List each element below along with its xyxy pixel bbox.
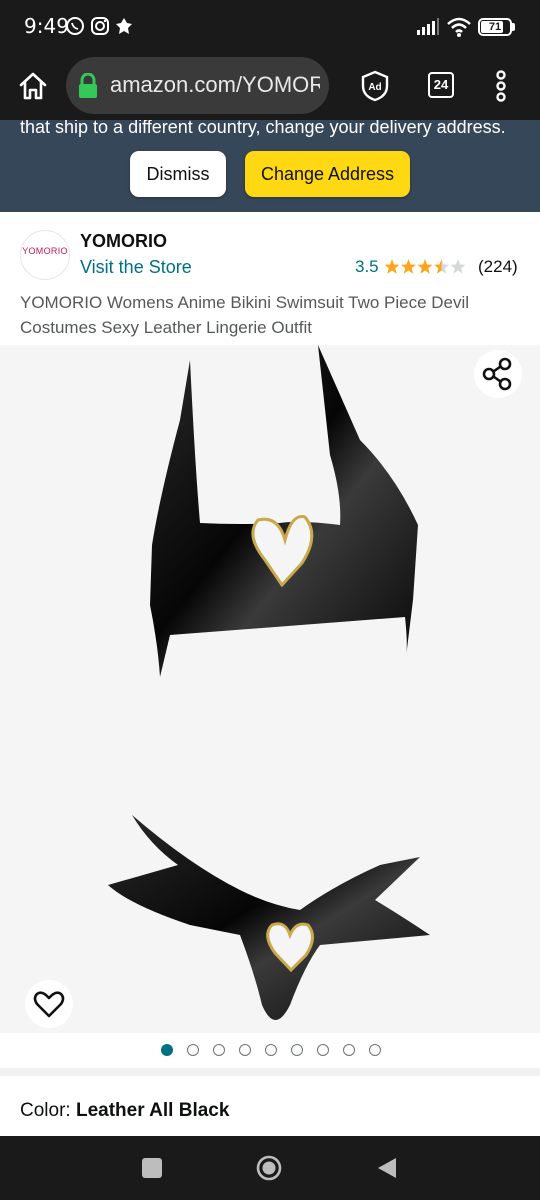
home-circle-icon[interactable] — [255, 1154, 283, 1182]
section-divider — [0, 1068, 540, 1076]
carousel-dot[interactable] — [161, 1044, 173, 1056]
carousel-dot[interactable] — [187, 1044, 199, 1056]
star-empty-icon — [450, 259, 466, 274]
carousel-dot[interactable] — [291, 1044, 303, 1056]
recents-icon[interactable] — [142, 1158, 162, 1178]
carousel-dot[interactable] — [369, 1044, 381, 1056]
star-full-icon — [384, 259, 400, 274]
carousel-dot[interactable] — [239, 1044, 251, 1056]
carousel-dot[interactable] — [265, 1044, 277, 1056]
dismiss-button[interactable]: Dismiss — [130, 151, 226, 197]
banner-text: that ship to a different country, change… — [20, 120, 506, 137]
product-title: YOMORIO Womens Anime Bikini Swimsuit Two… — [20, 293, 470, 337]
rating-value[interactable]: 3.5 — [355, 257, 379, 277]
adblock-icon[interactable]: Ad — [360, 70, 390, 102]
lock-icon — [79, 73, 97, 98]
carousel-dot[interactable] — [213, 1044, 225, 1056]
whatsapp-icon — [66, 17, 84, 35]
brand-name: YOMORIO — [80, 231, 168, 251]
tab-count: 24 — [433, 77, 449, 92]
product-image-carousel[interactable] — [0, 345, 540, 1033]
home-icon[interactable] — [17, 70, 49, 102]
tabs-icon[interactable]: 24 — [428, 72, 454, 98]
share-icon — [482, 357, 512, 391]
change-address-button[interactable]: Change Address — [245, 151, 410, 197]
instagram-icon — [91, 17, 109, 35]
star-half-icon — [434, 259, 449, 274]
brand-logo-text: YOMORIO — [22, 246, 68, 256]
heart-icon — [33, 991, 65, 1018]
battery-indicator: 71 — [478, 18, 512, 36]
star-full-icon — [401, 259, 416, 274]
color-value: Leather All Black — [75, 1100, 230, 1121]
wifi-icon — [447, 17, 471, 37]
visit-store-link[interactable]: Visit the Store — [80, 257, 192, 278]
signal-icon — [417, 18, 439, 35]
product-image — [108, 345, 430, 1020]
status-time: 9:49 — [24, 14, 69, 38]
review-count[interactable]: (224) — [478, 257, 518, 277]
more-icon[interactable] — [492, 70, 510, 102]
wishlist-button[interactable] — [25, 980, 73, 1028]
back-icon[interactable] — [376, 1156, 398, 1180]
carousel-indicator[interactable] — [0, 1040, 540, 1062]
battery-level: 71 — [488, 21, 502, 33]
app-notification-icon — [116, 18, 132, 34]
carousel-dot[interactable] — [317, 1044, 329, 1056]
color-selector-label: Color: Leather All Black — [20, 1100, 229, 1122]
carousel-dot[interactable] — [343, 1044, 355, 1056]
url-text[interactable]: amazon.com/YOMOR — [110, 72, 320, 98]
share-button[interactable] — [474, 350, 522, 398]
star-full-icon — [417, 259, 433, 274]
svg-text:Ad: Ad — [368, 82, 381, 93]
color-label: Color: — [20, 1100, 76, 1121]
star-rating[interactable] — [384, 255, 468, 277]
